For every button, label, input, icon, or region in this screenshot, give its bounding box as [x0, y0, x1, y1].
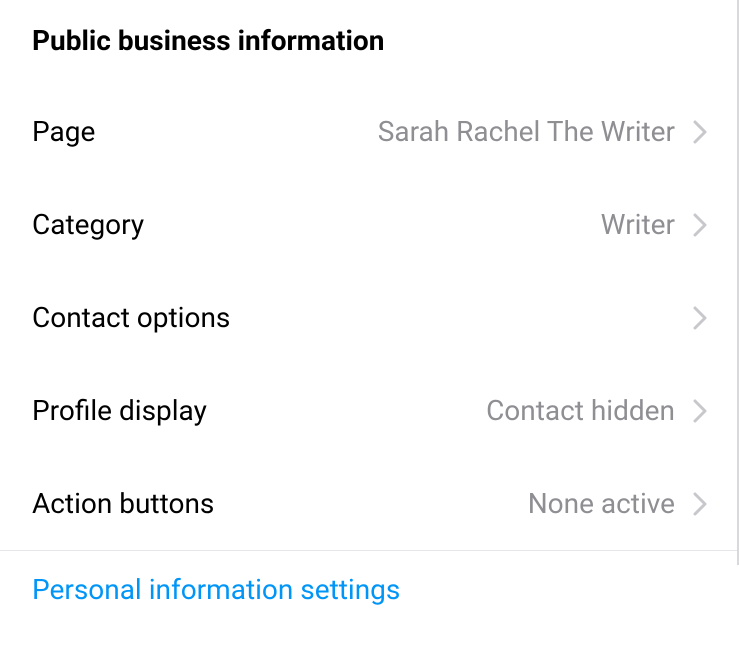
row-profile-display[interactable]: Profile display Contact hidden [0, 364, 739, 457]
row-page-value: Sarah Rachel The Writer [378, 115, 675, 148]
row-page-label: Page [32, 115, 95, 148]
row-personal-info-settings[interactable]: Personal information settings [0, 551, 739, 628]
row-page-right: Sarah Rachel The Writer [378, 115, 707, 148]
row-page[interactable]: Page Sarah Rachel The Writer [0, 85, 739, 178]
settings-container: Public business information Page Sarah R… [0, 0, 739, 628]
row-action-buttons-value: None active [528, 487, 675, 520]
section-header: Public business information [0, 0, 739, 85]
row-profile-display-label: Profile display [32, 394, 207, 427]
chevron-right-icon [693, 492, 707, 516]
row-contact-options-right [675, 306, 707, 330]
row-action-buttons-label: Action buttons [32, 487, 214, 520]
personal-info-link: Personal information settings [32, 573, 707, 606]
chevron-right-icon [693, 213, 707, 237]
row-contact-options-label: Contact options [32, 301, 230, 334]
chevron-right-icon [693, 120, 707, 144]
row-contact-options[interactable]: Contact options [0, 271, 739, 364]
row-category-label: Category [32, 208, 144, 241]
row-action-buttons-right: None active [528, 487, 707, 520]
chevron-right-icon [693, 399, 707, 423]
row-category-right: Writer [601, 208, 707, 241]
row-category-value: Writer [601, 208, 675, 241]
row-action-buttons[interactable]: Action buttons None active [0, 457, 739, 550]
row-profile-display-value: Contact hidden [486, 394, 675, 427]
chevron-right-icon [693, 306, 707, 330]
row-category[interactable]: Category Writer [0, 178, 739, 271]
row-profile-display-right: Contact hidden [486, 394, 707, 427]
